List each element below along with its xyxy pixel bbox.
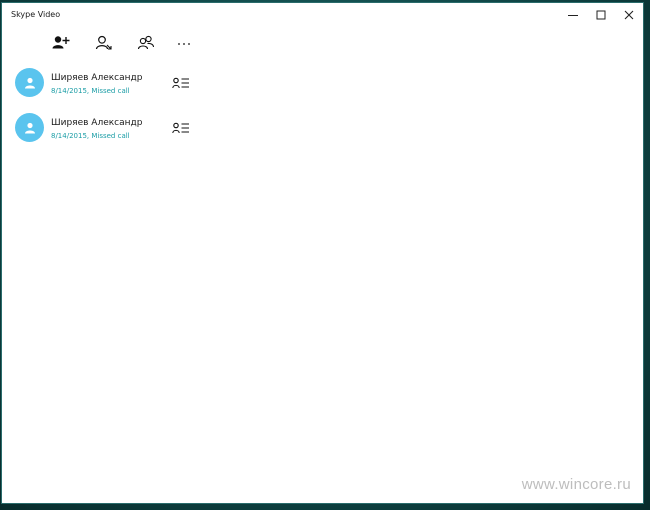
person-icon bbox=[24, 122, 35, 133]
add-contact-button[interactable] bbox=[47, 31, 75, 55]
group-button[interactable] bbox=[132, 31, 160, 55]
contact-card-icon bbox=[172, 77, 189, 89]
people-icon bbox=[137, 35, 155, 50]
call-detail: 8/14/2015, Missed call bbox=[51, 87, 130, 95]
title-bar[interactable]: Skype Video bbox=[2, 3, 643, 27]
app-window: Skype Video Ширяев Александр 8/14/2015, … bbox=[2, 3, 643, 503]
call-detail: 8/14/2015, Missed call bbox=[51, 132, 130, 140]
person-call-icon bbox=[95, 35, 112, 50]
contact-info-button[interactable] bbox=[171, 75, 191, 91]
ellipsis-icon bbox=[178, 43, 190, 45]
maximize-button[interactable] bbox=[587, 3, 615, 27]
new-call-button[interactable] bbox=[90, 31, 118, 55]
contact-name: Ширяев Александр bbox=[51, 73, 143, 83]
contact-card-icon bbox=[172, 122, 189, 134]
person-icon bbox=[24, 77, 35, 88]
person-add-icon bbox=[52, 36, 70, 49]
more-button[interactable] bbox=[170, 31, 198, 55]
maximize-icon bbox=[596, 10, 606, 20]
avatar bbox=[15, 113, 44, 142]
close-icon bbox=[624, 10, 634, 20]
close-button[interactable] bbox=[615, 3, 643, 27]
watermark: www.wincore.ru bbox=[521, 476, 631, 493]
contact-name: Ширяев Александр bbox=[51, 118, 143, 128]
avatar bbox=[15, 68, 44, 97]
window-title: Skype Video bbox=[11, 10, 61, 19]
contact-info-button[interactable] bbox=[171, 120, 191, 136]
list-item[interactable]: Ширяев Александр 8/14/2015, Missed call bbox=[12, 65, 202, 101]
toolbar bbox=[2, 31, 643, 57]
minimize-button[interactable] bbox=[559, 3, 587, 27]
minimize-icon bbox=[568, 15, 578, 16]
list-item[interactable]: Ширяев Александр 8/14/2015, Missed call bbox=[12, 110, 202, 146]
